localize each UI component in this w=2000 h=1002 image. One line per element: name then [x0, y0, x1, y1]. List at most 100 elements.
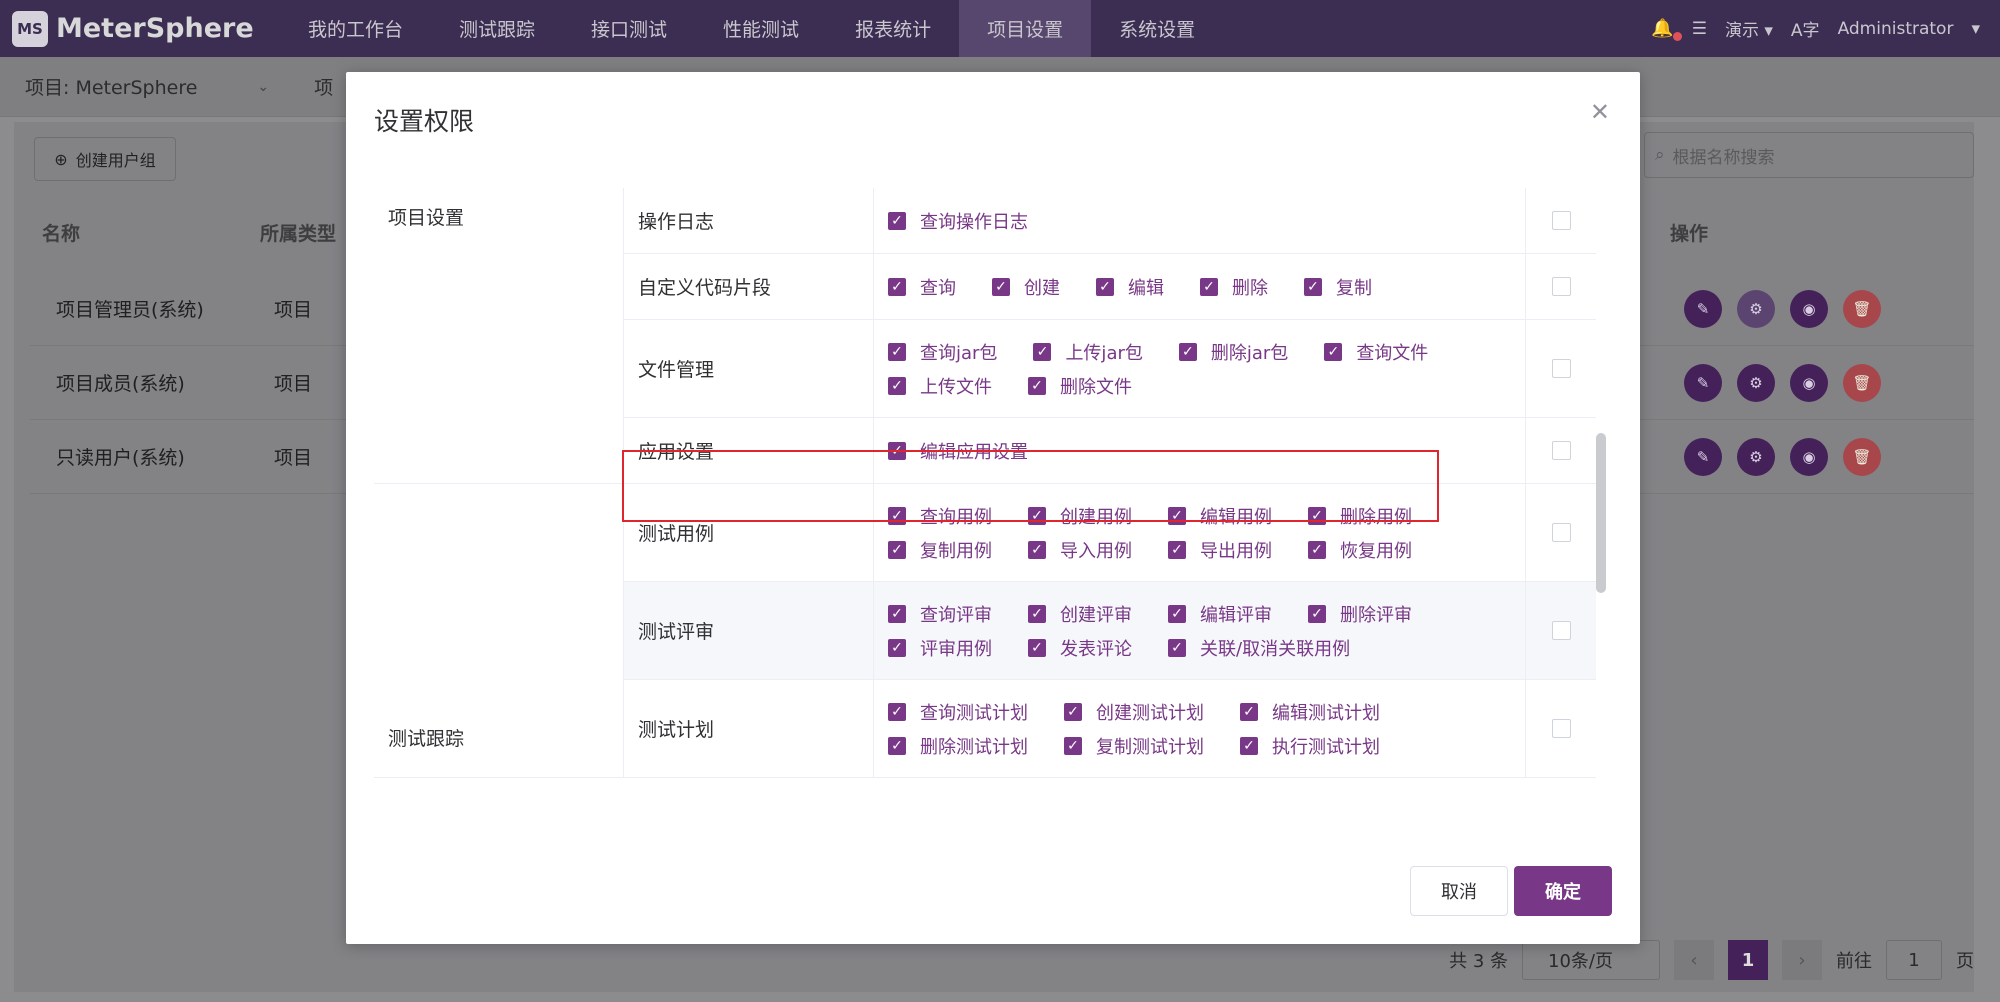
confirm-button[interactable]: 确定 — [1514, 866, 1612, 916]
permission-checkbox[interactable]: ✓ 评审用例 — [888, 636, 992, 660]
permission-checkbox[interactable]: ✓ 导入用例 — [1028, 538, 1132, 562]
task-list-icon[interactable]: ☰ — [1692, 19, 1707, 39]
gear-icon[interactable]: ⚙ — [1737, 289, 1775, 328]
check-icon: ✓ — [1028, 540, 1046, 559]
permission-checkbox-label: 删除 — [1232, 277, 1268, 299]
total-count: 共 3 条 — [1449, 951, 1508, 972]
permission-checkbox[interactable]: ✓ 上传文件 — [888, 374, 992, 398]
permission-checkbox[interactable]: ✓ 创建测试计划 — [1064, 700, 1204, 724]
permission-checkbox[interactable]: ✓ 查询文件 — [1324, 340, 1428, 364]
check-icon: ✓ — [1168, 540, 1186, 559]
goto-page-input[interactable]: 1 — [1886, 940, 1942, 980]
permission-checkbox-label: 执行测试计划 — [1272, 736, 1380, 758]
gear-icon[interactable]: ⚙ — [1737, 363, 1775, 402]
column-header-type: 所属类型 — [260, 223, 337, 245]
eye-icon[interactable]: ◉ — [1790, 437, 1828, 476]
permission-checkbox-label: 创建测试计划 — [1096, 702, 1204, 724]
permission-checkbox[interactable]: ✓ 发表评论 — [1028, 636, 1132, 660]
chevron-down-icon[interactable]: ▾ — [1971, 19, 1980, 39]
permission-checkbox-label: 导入用例 — [1060, 540, 1132, 562]
permission-checkbox[interactable]: ✓ 复制测试计划 — [1064, 734, 1204, 758]
user-menu[interactable]: Administrator — [1838, 19, 1954, 39]
edit-icon[interactable]: ✎ — [1684, 437, 1722, 476]
nav-test-track[interactable]: 测试跟踪 — [431, 0, 563, 57]
workspace-selector[interactable]: 演示 ▾ — [1725, 16, 1773, 41]
permission-group-label: 测试跟踪 — [388, 728, 465, 750]
permission-checkbox[interactable]: ✓ 恢复用例 — [1308, 538, 1412, 562]
nav-system-settings[interactable]: 系统设置 — [1091, 0, 1223, 57]
next-page-button[interactable]: › — [1782, 940, 1822, 980]
select-all-checkbox[interactable] — [1551, 359, 1571, 378]
permission-checkbox[interactable]: ✓ 查询评审 — [888, 602, 992, 626]
permission-checkbox[interactable]: ✓ 删除评审 — [1308, 602, 1412, 626]
permission-checkbox[interactable]: ✓ 复制用例 — [888, 538, 992, 562]
top-navbar: MS MeterSphere 我的工作台 测试跟踪 接口测试 性能测试 报表统计… — [0, 0, 2000, 57]
permission-checkbox[interactable]: ✓ 编辑测试计划 — [1240, 700, 1380, 724]
eye-icon[interactable]: ◉ — [1790, 363, 1828, 402]
permission-checkbox[interactable]: ✓ 查询 — [888, 275, 956, 299]
column-header-ops: 操作 — [1670, 223, 1709, 245]
permission-checkbox[interactable]: ✓ 查询jar包 — [888, 340, 997, 364]
permission-checkbox[interactable]: ✓ 查询测试计划 — [888, 700, 1028, 724]
permission-checkbox[interactable]: ✓ 编辑 — [1096, 275, 1164, 299]
permission-checkbox[interactable]: ✓ 删除 — [1200, 275, 1268, 299]
permission-checkbox[interactable]: ✓ 上传jar包 — [1033, 340, 1143, 364]
edit-icon[interactable]: ✎ — [1684, 363, 1722, 402]
project-tab-partial[interactable]: 项 — [314, 73, 333, 100]
select-all-checkbox[interactable] — [1551, 523, 1571, 542]
nav-workbench[interactable]: 我的工作台 — [280, 0, 431, 57]
permission-checkbox[interactable]: ✓ 创建 — [992, 275, 1060, 299]
bell-icon[interactable]: 🔔 — [1651, 18, 1682, 41]
chevron-down-icon: ▾ — [1764, 21, 1773, 41]
select-all-checkbox[interactable] — [1551, 211, 1571, 230]
permission-items: ✓ 查询操作日志 — [874, 188, 1526, 253]
permission-checkbox[interactable]: ✓ 执行测试计划 — [1240, 734, 1380, 758]
trash-icon[interactable]: 🗑 — [1843, 363, 1881, 402]
project-selector[interactable]: 项目: MeterSphere — [25, 73, 197, 100]
select-all-checkbox[interactable] — [1551, 621, 1571, 640]
chevron-down-icon[interactable]: ⌄ — [257, 79, 269, 95]
permission-checkbox[interactable]: ✓ 删除jar包 — [1178, 340, 1288, 364]
gear-icon[interactable]: ⚙ — [1737, 437, 1775, 476]
nav-report[interactable]: 报表统计 — [827, 0, 959, 57]
select-all-cell — [1526, 418, 1596, 483]
select-all-checkbox[interactable] — [1551, 277, 1571, 296]
app-logo[interactable]: MS MeterSphere — [0, 10, 280, 47]
permission-checkbox[interactable]: ✓ 复制 — [1304, 275, 1372, 299]
permission-checkbox[interactable]: ✓ 编辑评审 — [1168, 602, 1272, 626]
permission-checkbox-label: 删除文件 — [1060, 376, 1132, 398]
nav-project-settings[interactable]: 项目设置 — [959, 0, 1092, 57]
permission-checkbox-label: 查询jar包 — [920, 342, 998, 364]
language-icon[interactable]: A字 — [1791, 16, 1820, 41]
current-page[interactable]: 1 — [1728, 940, 1768, 980]
nav-performance-test[interactable]: 性能测试 — [695, 0, 827, 57]
permission-checkbox[interactable]: ✓ 查询操作日志 — [888, 209, 1028, 233]
permission-row: 操作日志 ✓ 查询操作日志 — [624, 188, 1596, 254]
permission-checkbox[interactable]: ✓ 删除文件 — [1028, 374, 1132, 398]
select-all-cell — [1526, 254, 1596, 319]
edit-icon[interactable]: ✎ — [1684, 289, 1722, 328]
close-icon[interactable]: ✕ — [1590, 98, 1610, 126]
check-icon: ✓ — [1178, 342, 1197, 361]
permission-checkbox[interactable]: ✓ 关联/取消关联用例 — [1168, 636, 1350, 660]
create-user-group-button[interactable]: ⊕ 创建用户组 — [34, 137, 176, 181]
cancel-button[interactable]: 取消 — [1410, 866, 1508, 916]
select-all-checkbox[interactable] — [1551, 441, 1571, 460]
trash-icon[interactable]: 🗑 — [1843, 289, 1881, 328]
prev-page-button[interactable]: ‹ — [1674, 940, 1714, 980]
scrollbar[interactable] — [1596, 433, 1606, 593]
check-icon: ✓ — [1304, 277, 1322, 296]
permission-checkbox-label: 评审用例 — [920, 638, 992, 660]
page-size-select[interactable]: 10条/页 — [1522, 940, 1660, 980]
permission-checkbox[interactable]: ✓ 删除测试计划 — [888, 734, 1028, 758]
eye-icon[interactable]: ◉ — [1790, 289, 1828, 328]
permission-table[interactable]: 项目设置测试跟踪✓复制环境✓导入环境✓导出环境操作日志✓查询操作日志自定义代码片… — [374, 188, 1614, 868]
trash-icon[interactable]: 🗑 — [1843, 437, 1881, 476]
select-all-checkbox[interactable] — [1551, 719, 1571, 738]
permission-name: 测试评审 — [624, 582, 874, 679]
search-input[interactable]: ⌕ 根据名称搜索 — [1644, 132, 1974, 178]
permission-checkbox[interactable]: ✓ 创建评审 — [1028, 602, 1132, 626]
nav-api-test[interactable]: 接口测试 — [563, 0, 695, 57]
permission-checkbox[interactable]: ✓ 导出用例 — [1168, 538, 1272, 562]
permission-row: 自定义代码片段 ✓ 查询 ✓ 创建 ✓ 编辑 ✓ 删除 ✓ 复制 — [624, 254, 1596, 320]
